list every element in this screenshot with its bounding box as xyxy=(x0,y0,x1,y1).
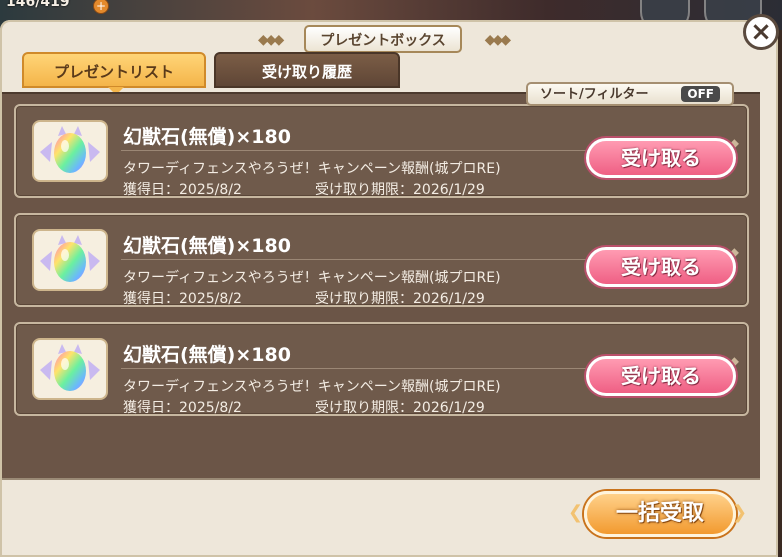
filter-status-badge: OFF xyxy=(681,86,720,102)
receive-deadline: 受け取り期限：2026/1/29 xyxy=(315,291,485,307)
sort-filter-button[interactable]: ソート/フィルター OFF xyxy=(526,82,734,106)
item-description: タワーディフェンスやろうぜ！キャンペーン報酬(城プロRE) xyxy=(123,379,501,395)
item-name: 幻獣石(無償)×180 xyxy=(123,126,291,148)
sort-filter-label: ソート/フィルター xyxy=(540,87,649,102)
list-item: 幻獣石(無償)×180 タワーディフェンスやろうぜ！キャンペーン報酬(城プロRE… xyxy=(14,104,749,198)
item-name: 幻獣石(無償)×180 xyxy=(123,344,291,366)
item-name: 幻獣石(無償)×180 xyxy=(123,235,291,257)
ornament-right-icon: ◆◆◆ xyxy=(484,32,511,48)
acquired-date: 獲得日：2025/8/2 xyxy=(123,400,242,416)
ornament-left-icon: ◆◆◆ xyxy=(258,32,284,48)
receive-button[interactable]: 受け取る xyxy=(586,138,736,178)
window-title: プレゼントボックス xyxy=(304,25,462,53)
tab-present-list[interactable]: プレゼントリスト xyxy=(22,52,206,95)
title-banner: ◆◆◆ プレゼントボックス ◆◆◆ xyxy=(258,22,511,56)
list-item: 幻獣石(無償)×180 タワーディフェンスやろうぜ！キャンペーン報酬(城プロRE… xyxy=(14,213,749,307)
item-description: タワーディフェンスやろうぜ！キャンペーン報酬(城プロRE) xyxy=(123,270,501,286)
receive-deadline: 受け取り期限：2026/1/29 xyxy=(315,182,485,198)
add-resource-button[interactable]: + xyxy=(93,0,109,14)
resource-counter: 146/419 xyxy=(6,0,70,10)
list-item: 幻獣石(無償)×180 タワーディフェンスやろうぜ！キャンペーン報酬(城プロRE… xyxy=(14,322,749,416)
tab-receive-history[interactable]: 受け取り履歴 xyxy=(214,52,400,88)
close-button[interactable]: × xyxy=(743,14,779,50)
item-description: タワーディフェンスやろうぜ！キャンペーン報酬(城プロRE) xyxy=(123,161,501,177)
acquired-date: 獲得日：2025/8/2 xyxy=(123,291,242,307)
bulk-ornament-right-icon: ❯ xyxy=(732,502,748,523)
receive-deadline: 受け取り期限：2026/1/29 xyxy=(315,400,485,416)
acquired-date: 獲得日：2025/8/2 xyxy=(123,182,242,198)
rainbow-gem-icon xyxy=(32,229,108,291)
rainbow-gem-icon xyxy=(32,338,108,400)
bulk-receive-button[interactable]: 一括受取 xyxy=(584,491,736,537)
bulk-ornament-left-icon: ❮ xyxy=(568,502,584,523)
receive-button[interactable]: 受け取る xyxy=(586,247,736,287)
rainbow-gem-icon xyxy=(32,120,108,182)
receive-button[interactable]: 受け取る xyxy=(586,356,736,396)
